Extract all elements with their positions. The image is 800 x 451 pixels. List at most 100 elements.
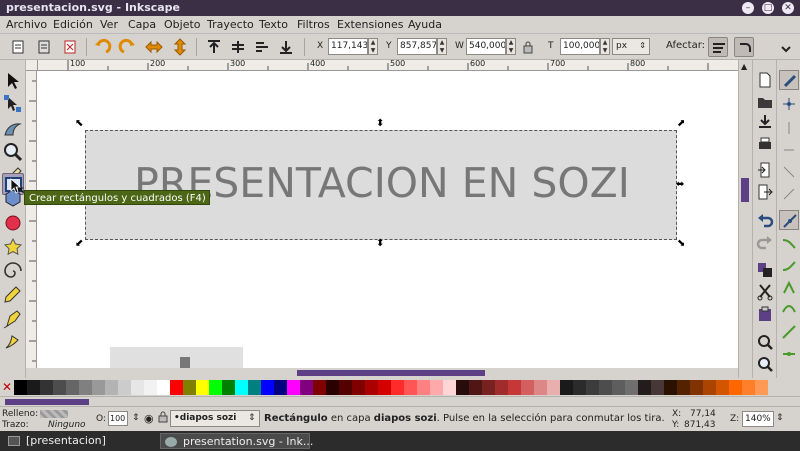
scale-handle-bottom-right-icon[interactable]: ⬊ <box>677 239 685 249</box>
color-swatch[interactable] <box>118 380 131 395</box>
color-swatch[interactable] <box>157 380 170 395</box>
cut-icon[interactable] <box>755 282 775 302</box>
color-swatch[interactable] <box>391 380 404 395</box>
color-swatch[interactable] <box>521 380 534 395</box>
scroll-up-icon[interactable]: ▲ <box>741 62 747 71</box>
snap-enable-icon[interactable] <box>779 70 799 90</box>
horizontal-ruler[interactable]: 100 200 300 400 500 600 700 800 <box>38 60 738 71</box>
redo-icon[interactable] <box>755 232 775 252</box>
color-swatch[interactable] <box>469 380 482 395</box>
scale-handle-bottom-icon[interactable]: ⬍ <box>376 239 384 249</box>
color-swatch[interactable] <box>404 380 417 395</box>
x-field[interactable]: 117,143 <box>328 38 368 55</box>
color-swatch[interactable] <box>92 380 105 395</box>
taskbar-item-inkscape[interactable]: presentation.svg - Ink... <box>160 433 313 449</box>
menu-capa[interactable]: Capa <box>128 18 156 31</box>
color-swatch[interactable] <box>378 380 391 395</box>
color-swatch[interactable] <box>430 380 443 395</box>
snap-centers-icon[interactable] <box>779 344 799 364</box>
zoom-drawing-icon[interactable] <box>755 354 775 374</box>
scale-handle-top-left-icon[interactable]: ⬉ <box>75 119 83 129</box>
color-swatch[interactable] <box>456 380 469 395</box>
snap-smooth-nodes-icon[interactable] <box>779 300 799 320</box>
stroke-value[interactable]: Ninguno <box>48 420 86 430</box>
color-swatch[interactable] <box>716 380 729 395</box>
scale-stroke-icon[interactable] <box>708 37 728 57</box>
layer-lock-icon[interactable] <box>158 411 168 423</box>
color-swatch[interactable] <box>79 380 92 395</box>
zoom-selection-icon[interactable] <box>755 332 775 352</box>
close-button[interactable]: ✕ <box>782 2 794 14</box>
maximize-button[interactable]: □ <box>762 2 774 14</box>
color-swatch[interactable] <box>508 380 521 395</box>
color-swatch[interactable] <box>222 380 235 395</box>
print-icon[interactable] <box>755 134 775 154</box>
color-swatch[interactable] <box>586 380 599 395</box>
w-field[interactable]: 540,000 <box>466 38 506 55</box>
select-all-layers-icon[interactable] <box>34 37 54 57</box>
color-swatch[interactable] <box>66 380 79 395</box>
color-swatch[interactable] <box>664 380 677 395</box>
h-field[interactable]: 100,000 <box>560 38 600 55</box>
color-swatch[interactable] <box>235 380 248 395</box>
ellipse-tool-icon[interactable] <box>2 212 24 234</box>
pen-tool-icon[interactable] <box>2 308 24 330</box>
color-swatch[interactable] <box>274 380 287 395</box>
lock-ratio-icon[interactable] <box>522 40 534 54</box>
x-spinner[interactable]: ▲ ▼ <box>368 38 378 55</box>
menu-objeto[interactable]: Objeto <box>164 18 201 31</box>
color-swatch[interactable] <box>196 380 209 395</box>
snap-midpoints-icon[interactable] <box>779 322 799 342</box>
color-swatch[interactable] <box>443 380 456 395</box>
no-paint-icon[interactable]: ✕ <box>2 380 12 394</box>
color-swatch[interactable] <box>339 380 352 395</box>
scale-handle-bottom-left-icon[interactable]: ⬋ <box>75 239 83 249</box>
star-tool-icon[interactable] <box>2 236 24 258</box>
lower-icon[interactable] <box>252 37 272 57</box>
menu-extensiones[interactable]: Extensiones <box>337 18 404 31</box>
open-document-icon[interactable] <box>755 92 775 112</box>
color-swatch[interactable] <box>612 380 625 395</box>
color-swatch[interactable] <box>482 380 495 395</box>
save-document-icon[interactable] <box>755 112 775 132</box>
current-layer-select[interactable]: •diapos sozi ⇕ <box>170 410 260 427</box>
copy-icon[interactable] <box>755 260 775 280</box>
raise-icon[interactable] <box>228 37 248 57</box>
undo-icon[interactable] <box>755 210 775 230</box>
rotate-cw-icon[interactable] <box>118 37 138 57</box>
flip-vertical-icon[interactable] <box>170 37 190 57</box>
color-swatch[interactable] <box>300 380 313 395</box>
tweak-tool-icon[interactable] <box>2 117 24 139</box>
select-all-icon[interactable] <box>8 37 28 57</box>
color-swatch[interactable] <box>105 380 118 395</box>
color-swatch[interactable] <box>703 380 716 395</box>
color-swatch[interactable] <box>326 380 339 395</box>
color-swatch[interactable] <box>651 380 664 395</box>
color-swatch[interactable] <box>495 380 508 395</box>
menu-trayecto[interactable]: Trayecto <box>207 18 254 31</box>
spiral-tool-icon[interactable] <box>2 260 24 282</box>
rotate-ccw-icon[interactable] <box>92 37 112 57</box>
color-swatch[interactable] <box>625 380 638 395</box>
color-swatch[interactable] <box>261 380 274 395</box>
color-swatch[interactable] <box>14 380 27 395</box>
vertical-ruler[interactable] <box>26 71 37 368</box>
import-icon[interactable] <box>755 160 775 180</box>
raise-to-top-icon[interactable] <box>204 37 224 57</box>
snap-cusp-nodes-icon[interactable] <box>779 278 799 298</box>
color-swatch[interactable] <box>599 380 612 395</box>
minimize-button[interactable]: – <box>742 2 754 14</box>
color-swatch[interactable] <box>40 380 53 395</box>
color-swatch[interactable] <box>352 380 365 395</box>
color-swatch[interactable] <box>547 380 560 395</box>
visibility-eye-icon[interactable]: ◉ <box>144 412 154 425</box>
color-swatch[interactable] <box>573 380 586 395</box>
menu-ver[interactable]: Ver <box>100 18 118 31</box>
color-swatch[interactable] <box>248 380 261 395</box>
snap-bbox-corners-icon[interactable] <box>779 140 799 160</box>
palette-scroll-thumb[interactable] <box>5 399 89 405</box>
snap-paths-icon[interactable] <box>779 234 799 254</box>
color-swatch[interactable] <box>144 380 157 395</box>
horizontal-scrollbar[interactable] <box>38 368 738 378</box>
y-field[interactable]: 857,857 <box>397 38 437 55</box>
